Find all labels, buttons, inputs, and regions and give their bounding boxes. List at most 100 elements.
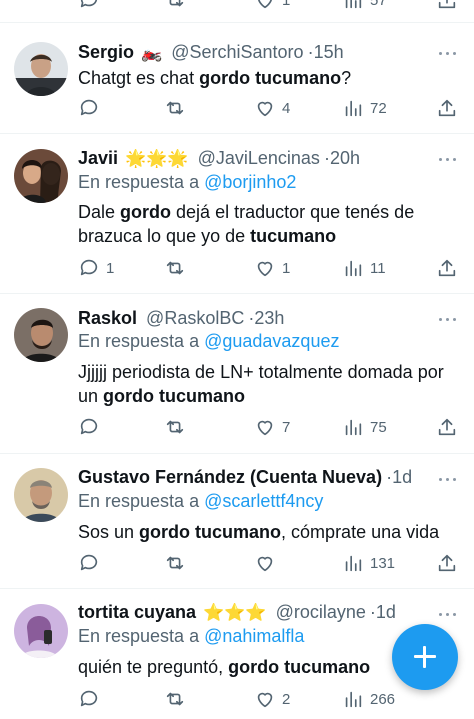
tweet-text-line-2: brazuca lo que yo de tucumano	[78, 226, 337, 246]
retweet-button[interactable]	[164, 551, 186, 575]
display-name[interactable]: Gustavo Fernández (Cuenta Nueva)	[78, 467, 382, 487]
views-button[interactable]: 75	[342, 415, 387, 439]
share-button[interactable]	[436, 96, 458, 120]
share-button[interactable]	[436, 0, 458, 12]
like-button[interactable]: 1	[254, 0, 290, 12]
share-button[interactable]	[436, 551, 458, 575]
like-button[interactable]: 1	[254, 256, 290, 280]
reply-button[interactable]	[78, 551, 100, 575]
reply-button[interactable]: 1	[78, 256, 114, 280]
retweet-icon	[166, 692, 184, 706]
like-icon	[257, 420, 273, 436]
tweet[interactable]: Gustavo Fernández (Cuenta Nueva) ·1d En r…	[0, 454, 474, 589]
like-button[interactable]: 4	[254, 96, 290, 120]
reply-context: En respuesta a @scarlettf4ncy	[78, 489, 323, 513]
like-button[interactable]	[254, 551, 276, 575]
like-icon	[257, 101, 273, 117]
tweet-text: Chatgt es chat gordo tucumano?	[78, 66, 450, 90]
retweet-button[interactable]	[164, 415, 186, 439]
avatar[interactable]	[14, 149, 68, 203]
tweet-text-line-1: Sos un gordo tucumano, cómprate una vida	[78, 522, 440, 542]
more-icon[interactable]	[438, 469, 458, 489]
timestamp[interactable]: 20h	[330, 148, 360, 168]
retweet-button[interactable]	[164, 96, 186, 120]
reply-button[interactable]	[78, 96, 100, 120]
tweet-text-line-1: Jjjjjj periodista de LN+ totalmente doma…	[78, 362, 444, 382]
tweet[interactable]: Javii 🌟🌟🌟 @JaviLencinas ·20h En respuesta…	[0, 134, 474, 294]
views-button[interactable]: 11	[342, 256, 386, 280]
more-icon[interactable]	[438, 43, 458, 63]
reply-icon	[80, 554, 98, 571]
timestamp[interactable]: 15h	[314, 42, 344, 62]
reply-button[interactable]	[78, 687, 100, 711]
name-emoji: 🌟🌟🌟	[125, 149, 189, 168]
tweet[interactable]: Raskol @RaskolBC ·23h En respuesta a @gua…	[0, 294, 474, 454]
share-icon	[438, 99, 456, 117]
reply-icon	[80, 0, 98, 8]
like-button[interactable]: 2	[254, 687, 290, 711]
views-button[interactable]: 72	[342, 96, 387, 120]
tweet-text: Jjjjjj periodista de LN+ totalmente doma…	[78, 360, 450, 408]
avatar[interactable]	[14, 468, 68, 522]
retweet-button[interactable]	[164, 256, 186, 280]
avatar[interactable]	[14, 604, 68, 658]
more-icon[interactable]	[438, 149, 458, 169]
timestamp[interactable]: 23h	[254, 308, 284, 328]
share-button[interactable]	[436, 256, 458, 280]
tweet-actions: 2 266	[78, 687, 460, 711]
name-emoji: ⭐⭐⭐	[203, 603, 267, 622]
reply-to-handle[interactable]: @nahimalfla	[204, 626, 304, 646]
handle[interactable]: @RaskolBC	[146, 308, 244, 328]
views-count: 266	[370, 690, 396, 708]
handle[interactable]: @rocilayne	[276, 602, 366, 622]
tweet-actions: 1 1 11	[78, 256, 460, 280]
like-count: 7	[282, 418, 291, 436]
tweet-header: Raskol @RaskolBC ·23h	[78, 306, 426, 330]
like-button[interactable]: 7	[254, 415, 290, 439]
timestamp[interactable]: 1d	[376, 602, 396, 622]
like-icon	[258, 0, 272, 9]
views-count: 72	[370, 99, 387, 117]
display-name[interactable]: Sergio	[78, 42, 134, 62]
display-name[interactable]: Javii	[78, 148, 118, 168]
like-count: 1	[282, 259, 291, 277]
share-icon	[438, 259, 456, 277]
more-icon[interactable]	[438, 309, 458, 329]
timestamp[interactable]: 1d	[392, 467, 412, 487]
like-icon	[257, 261, 273, 277]
like-count: 2	[282, 690, 291, 708]
share-icon	[438, 418, 456, 436]
avatar[interactable]	[14, 308, 68, 362]
views-button[interactable]: 57	[342, 0, 387, 12]
reply-icon	[80, 418, 98, 435]
views-button[interactable]: 131	[342, 551, 395, 575]
tweet-actions: 131	[78, 551, 460, 575]
views-icon	[345, 555, 362, 572]
views-icon	[345, 100, 362, 117]
reply-icon	[80, 690, 98, 707]
tweet[interactable]: Sergio 🏍️ @SerchiSantoro ·15h Chatgt es c…	[0, 23, 474, 134]
reply-context-label: En respuesta a	[78, 172, 205, 192]
reply-to-handle[interactable]: @scarlettf4ncy	[204, 491, 323, 511]
tweet-header: Sergio 🏍️ @SerchiSantoro ·15h	[78, 40, 426, 64]
tweet-text: Dale gordo dejá el traductor que tenés d…	[78, 200, 450, 248]
handle[interactable]: @JaviLencinas	[198, 148, 320, 168]
handle[interactable]: @SerchiSantoro	[171, 42, 303, 62]
share-icon	[438, 554, 456, 572]
display-name[interactable]: tortita cuyana	[78, 602, 196, 622]
display-name[interactable]: Raskol	[78, 308, 137, 328]
reply-icon	[80, 99, 98, 116]
views-count: 57	[370, 0, 387, 9]
compose-button[interactable]	[392, 624, 458, 690]
views-count: 75	[370, 418, 387, 436]
reply-button[interactable]	[78, 0, 100, 12]
retweet-button[interactable]	[164, 0, 186, 12]
views-button[interactable]: 266	[342, 687, 395, 711]
reply-to-handle[interactable]: @guadavazquez	[204, 331, 339, 351]
retweet-button[interactable]	[164, 687, 186, 711]
share-button[interactable]	[436, 415, 458, 439]
avatar[interactable]	[14, 42, 68, 96]
more-icon[interactable]	[438, 604, 458, 624]
reply-to-handle[interactable]: @borjinho2	[204, 172, 296, 192]
reply-button[interactable]	[78, 415, 100, 439]
